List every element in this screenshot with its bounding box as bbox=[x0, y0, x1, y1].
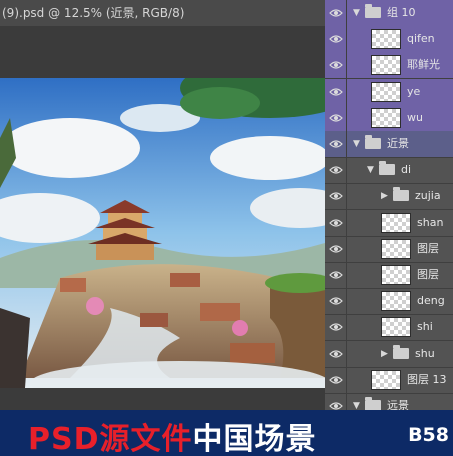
eye-icon[interactable] bbox=[325, 26, 347, 53]
eye-icon[interactable] bbox=[325, 209, 347, 236]
layer-name: 近景 bbox=[387, 137, 409, 150]
layer-thumbnail bbox=[381, 291, 411, 312]
layer-thumbnail bbox=[381, 212, 411, 233]
layer-name: shan bbox=[417, 215, 444, 229]
disclosure-arrow-icon[interactable]: ▶ bbox=[381, 183, 388, 209]
layer-name: deng bbox=[417, 294, 445, 308]
layer-name: qifen bbox=[407, 32, 435, 46]
layer-name: 图层 13 bbox=[407, 372, 447, 386]
banner-white-text: 中国场景 bbox=[192, 422, 317, 456]
layer-row[interactable]: shan bbox=[325, 209, 453, 237]
layer-row[interactable]: ye bbox=[325, 78, 453, 106]
folder-icon bbox=[393, 344, 409, 359]
eye-icon[interactable] bbox=[325, 0, 347, 26]
layer-row[interactable]: ▼ 近景 bbox=[325, 131, 453, 158]
layer-thumbnail bbox=[371, 107, 401, 128]
layer-name: 远景 bbox=[387, 399, 409, 410]
layer-row[interactable]: ▶ zujia bbox=[325, 183, 453, 211]
eye-icon[interactable] bbox=[325, 235, 347, 262]
eye-icon[interactable] bbox=[325, 157, 347, 184]
document-canvas-area[interactable]: (9).psd @ 12.5% (近景, RGB/8) bbox=[0, 0, 325, 410]
document-tab-title: (9).psd @ 12.5% (近景, RGB/8) bbox=[2, 6, 185, 20]
eye-icon[interactable] bbox=[325, 366, 347, 393]
eye-icon[interactable] bbox=[325, 131, 347, 157]
layer-row[interactable]: 耶鲜光 bbox=[325, 52, 453, 80]
layer-name: 耶鲜光 bbox=[407, 58, 440, 72]
disclosure-arrow-icon[interactable]: ▼ bbox=[353, 0, 360, 26]
layer-thumbnail bbox=[381, 265, 411, 285]
folder-icon bbox=[393, 187, 409, 202]
eye-icon[interactable] bbox=[325, 104, 347, 131]
layer-name: 图层 bbox=[417, 241, 439, 255]
layer-thumbnail bbox=[371, 55, 401, 76]
layer-thumbnail bbox=[371, 81, 401, 102]
layer-name: wu bbox=[407, 110, 423, 124]
banner-title: PSD源文件中国场景 bbox=[28, 414, 317, 456]
eye-icon[interactable] bbox=[325, 393, 347, 410]
artwork-illustration bbox=[0, 78, 325, 388]
eye-icon[interactable] bbox=[325, 340, 347, 367]
layer-name: 组 10 bbox=[387, 6, 416, 19]
banner-code: B58 bbox=[408, 424, 449, 446]
disclosure-arrow-icon[interactable]: ▶ bbox=[381, 341, 388, 367]
layer-thumbnail bbox=[381, 238, 411, 259]
folder-icon bbox=[365, 397, 381, 410]
document-tab[interactable]: (9).psd @ 12.5% (近景, RGB/8) bbox=[0, 0, 325, 26]
layer-thumbnail bbox=[371, 29, 401, 50]
layer-row[interactable]: ▼ 远景 bbox=[325, 393, 453, 410]
eye-icon[interactable] bbox=[325, 78, 347, 105]
folder-icon bbox=[379, 161, 395, 176]
disclosure-arrow-icon[interactable]: ▼ bbox=[367, 157, 374, 183]
layer-thumbnail bbox=[371, 369, 401, 390]
layer-row[interactable]: ▼ 组 10 bbox=[325, 0, 453, 27]
layer-name: 图层 bbox=[417, 268, 439, 281]
eye-icon[interactable] bbox=[325, 288, 347, 315]
layer-name: di bbox=[401, 163, 412, 177]
banner-red-text: PSD源文件 bbox=[28, 422, 193, 456]
layer-row[interactable]: 图层 13 bbox=[325, 366, 453, 394]
layer-row[interactable]: 图层 bbox=[325, 235, 453, 263]
disclosure-arrow-icon[interactable]: ▼ bbox=[353, 131, 360, 157]
eye-icon[interactable] bbox=[325, 262, 347, 288]
promo-banner: PSD源文件中国场景 B58 bbox=[0, 410, 453, 456]
layer-thumbnail bbox=[381, 317, 411, 338]
layers-panel[interactable]: ▼ 组 10 qifen 耶鲜光 ye wu ▼ 近景 ▼ di ▶ zujia shan 图层 图层 den… bbox=[325, 0, 453, 410]
artwork-canvas bbox=[0, 78, 325, 388]
folder-icon bbox=[365, 4, 381, 18]
layer-row[interactable]: ▶ shu bbox=[325, 340, 453, 368]
layer-row[interactable]: deng bbox=[325, 288, 453, 316]
layer-row[interactable]: ▼ di bbox=[325, 157, 453, 185]
layer-name: zujia bbox=[415, 189, 441, 203]
layer-name: shu bbox=[415, 346, 435, 360]
layer-row[interactable]: wu bbox=[325, 104, 453, 132]
folder-icon bbox=[365, 135, 381, 149]
layer-row[interactable]: 图层 bbox=[325, 262, 453, 289]
layer-name: shi bbox=[417, 320, 433, 334]
eye-icon[interactable] bbox=[325, 183, 347, 210]
eye-icon[interactable] bbox=[325, 52, 347, 79]
disclosure-arrow-icon[interactable]: ▼ bbox=[353, 393, 360, 410]
layer-row[interactable]: shi bbox=[325, 314, 453, 342]
layer-name: ye bbox=[407, 84, 421, 98]
eye-icon[interactable] bbox=[325, 314, 347, 341]
layer-row[interactable]: qifen bbox=[325, 26, 453, 54]
